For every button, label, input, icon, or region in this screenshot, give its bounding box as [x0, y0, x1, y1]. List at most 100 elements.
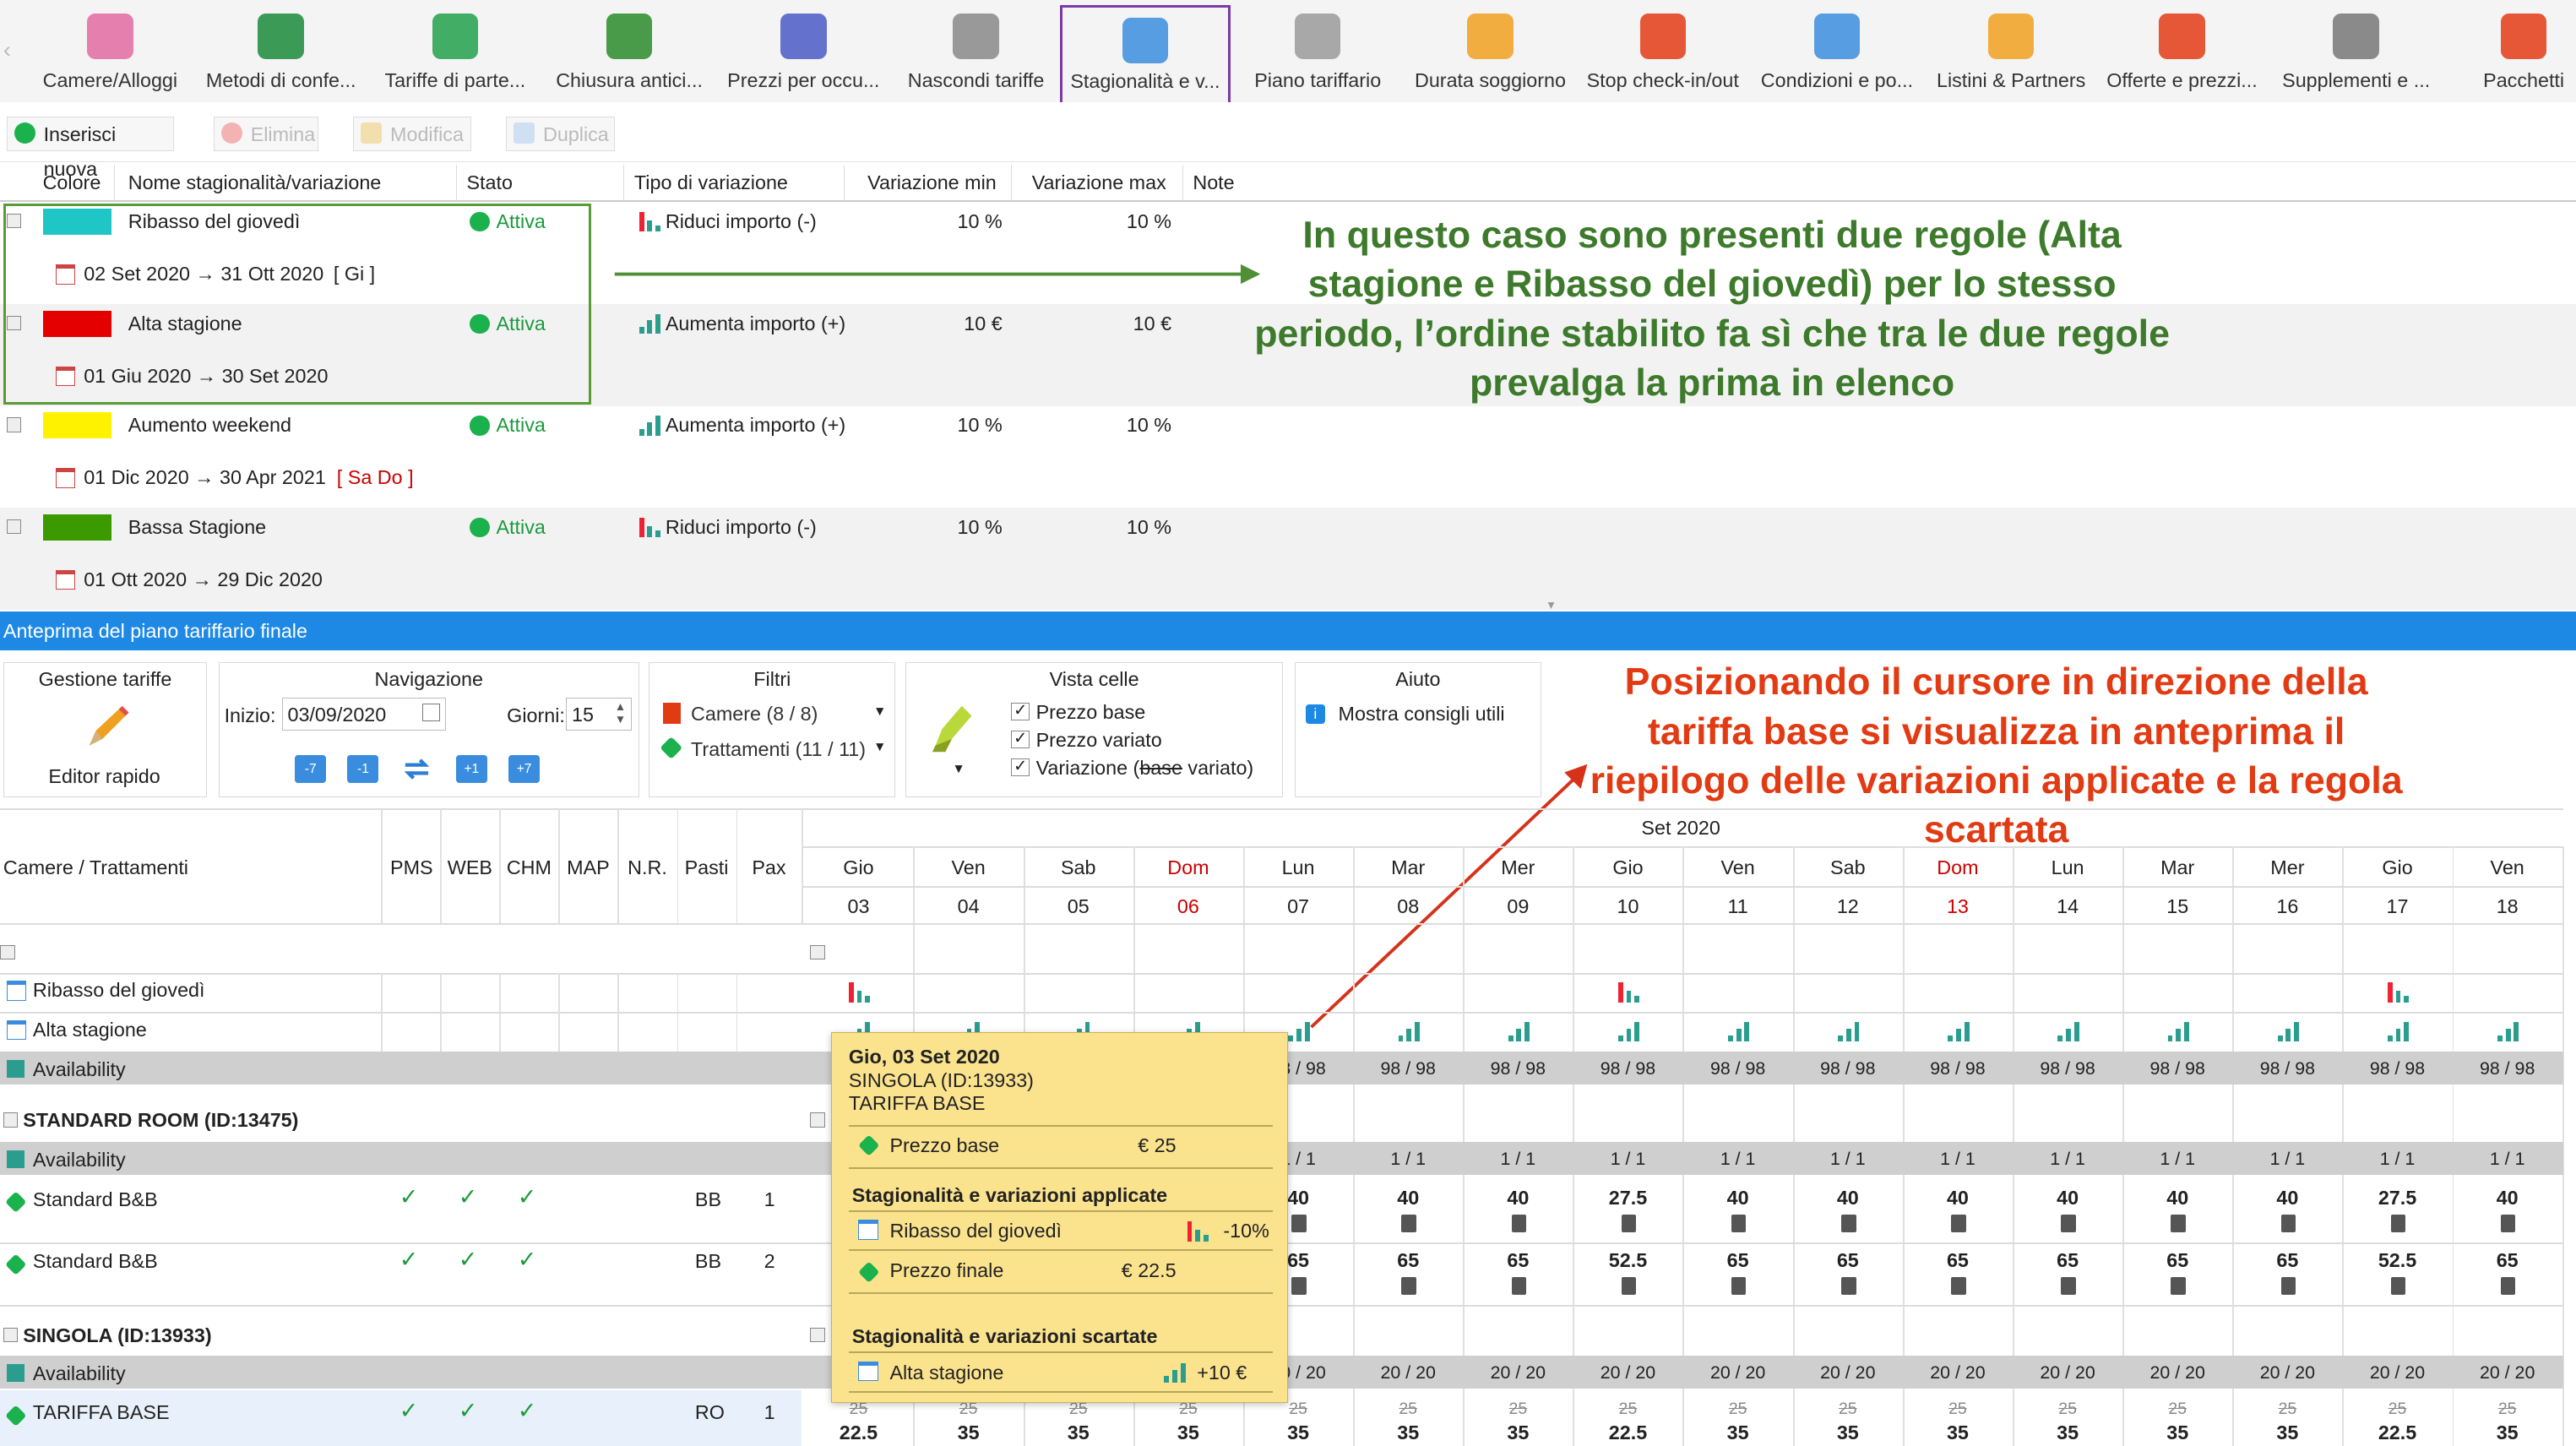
- price-cell[interactable]: 40: [2014, 1187, 2122, 1210]
- room-header-standard[interactable]: STANDARD ROOM (ID:13475): [23, 1109, 298, 1132]
- price-cell[interactable]: 52.5: [1573, 1249, 1682, 1272]
- grid-row-ribasso[interactable]: Ribasso del giovedì: [33, 979, 205, 1002]
- col-header-status[interactable]: Stato: [457, 164, 625, 201]
- price-cell[interactable]: 40: [2453, 1187, 2561, 1210]
- collapse-toggle-icon[interactable]: [6, 417, 22, 432]
- col-header-notes[interactable]: Note: [1183, 165, 1282, 201]
- price-cell[interactable]: 65: [1683, 1249, 1791, 1272]
- toolbar-item-9[interactable]: Stop check-in/out: [1580, 3, 1745, 95]
- price-cell[interactable]: 35: [2123, 1422, 2231, 1444]
- col-header-type[interactable]: Tipo di variazione: [624, 164, 845, 201]
- price-cell[interactable]: 65: [1794, 1249, 1902, 1272]
- nav-forward-7-button[interactable]: +7: [508, 754, 541, 783]
- price-cell[interactable]: 65: [1464, 1249, 1572, 1272]
- collapse-toggle-icon[interactable]: [810, 1112, 825, 1128]
- price-cell[interactable]: 65: [2233, 1249, 2341, 1272]
- toolbar-item-2[interactable]: Tariffe di parte...: [368, 3, 542, 95]
- price-cell[interactable]: 35: [2014, 1422, 2122, 1444]
- price-cell[interactable]: 22.5: [2343, 1422, 2451, 1444]
- delete-button[interactable]: Elimina: [213, 117, 319, 151]
- price-cell[interactable]: 65: [1354, 1249, 1462, 1272]
- calendar-icon[interactable]: [421, 703, 441, 722]
- price-cell[interactable]: 40: [1794, 1187, 1902, 1210]
- price-cell[interactable]: 40: [2233, 1187, 2341, 1210]
- collapse-toggle-icon[interactable]: [3, 1327, 19, 1343]
- price-cell[interactable]: 27.5: [1573, 1187, 1682, 1210]
- highlighter-dropdown[interactable]: ▼: [926, 699, 975, 785]
- edit-button[interactable]: Modifica: [353, 117, 472, 151]
- price-cell[interactable]: 35: [1134, 1422, 1242, 1444]
- toolbar-item-13[interactable]: Supplementi e ...: [2274, 3, 2438, 95]
- price-cell[interactable]: 40: [1354, 1187, 1462, 1210]
- rule-name[interactable]: Bassa Stagione: [128, 516, 266, 539]
- toolbar-item-5[interactable]: Nascondi tariffe: [890, 3, 1061, 95]
- price-cell[interactable]: 52.5: [2343, 1249, 2451, 1272]
- price-cell[interactable]: 35: [2233, 1422, 2341, 1444]
- duplicate-button[interactable]: Duplica: [506, 117, 615, 151]
- price-cell[interactable]: 22.5: [804, 1422, 912, 1444]
- grid-row-standard-bb-2[interactable]: Standard B&B: [33, 1250, 158, 1273]
- collapse-days-icon[interactable]: [810, 944, 825, 960]
- price-cell[interactable]: 35: [1683, 1422, 1791, 1444]
- price-cell[interactable]: 35: [1464, 1422, 1572, 1444]
- nav-back-1-button[interactable]: -1: [347, 754, 379, 783]
- price-cell[interactable]: 35: [1904, 1422, 2012, 1444]
- toolbar-item-3[interactable]: Chiusura antici...: [542, 3, 716, 95]
- splitter-handle[interactable]: ▾: [1548, 599, 1564, 612]
- scroll-left-icon[interactable]: ‹: [3, 36, 11, 63]
- collapse-toggle-icon[interactable]: [6, 519, 22, 535]
- col-header-color[interactable]: Colore: [33, 164, 116, 201]
- days-stepper[interactable]: 15 ▲ ▼: [566, 697, 633, 731]
- price-cell[interactable]: 27.5: [2343, 1187, 2451, 1210]
- toolbar-item-7[interactable]: Piano tariffario: [1236, 3, 1400, 95]
- toolbar-item-12[interactable]: Offerte e prezzi...: [2100, 3, 2264, 95]
- toolbar-item-10[interactable]: Condizioni e po...: [1755, 3, 1920, 95]
- price-cell[interactable]: 35: [1024, 1422, 1133, 1444]
- price-cell[interactable]: 35: [1794, 1422, 1902, 1444]
- price-cell[interactable]: 40: [2123, 1187, 2231, 1210]
- start-date-input[interactable]: 03/09/2020: [281, 697, 447, 731]
- collapse-toggle-icon[interactable]: [3, 1112, 19, 1128]
- grid-row-standard-bb-1[interactable]: Standard B&B: [33, 1188, 158, 1211]
- toolbar-item-4[interactable]: Prezzi per occu...: [716, 3, 890, 95]
- filter-trattamenti-dropdown[interactable]: Trattamenti (11 / 11) ▼: [659, 736, 889, 765]
- price-cell[interactable]: 22.5: [1573, 1422, 1682, 1444]
- col-header-min[interactable]: Variazione min: [845, 164, 1013, 201]
- toolbar-item-6[interactable]: Stagionalità e v...: [1059, 4, 1231, 112]
- price-cell[interactable]: 35: [914, 1422, 1022, 1444]
- col-header-name[interactable]: Nome stagionalità/variazione: [118, 164, 457, 201]
- price-cell[interactable]: 65: [2123, 1249, 2231, 1272]
- toolbar-item-14[interactable]: Pacchetti: [2481, 3, 2567, 95]
- filter-camere-dropdown[interactable]: Camere (8 / 8) ▼: [660, 699, 889, 729]
- toolbar-item-8[interactable]: Durata soggiorno: [1408, 3, 1573, 95]
- toolbar-item-1[interactable]: Metodi di confe...: [194, 3, 368, 95]
- price-cell[interactable]: 40: [1904, 1187, 2012, 1210]
- check-prezzo-variato[interactable]: ✓: [1011, 730, 1030, 749]
- insert-new-button[interactable]: Inserisci nuova: [6, 117, 175, 180]
- price-cell[interactable]: 65: [1904, 1249, 2012, 1272]
- price-cell[interactable]: 35: [1244, 1422, 1352, 1444]
- grid-row-tariffa-base[interactable]: TARIFFA BASE: [33, 1401, 170, 1424]
- nav-today-button[interactable]: [400, 755, 433, 783]
- toolbar-item-0[interactable]: Camere/Alloggi: [23, 3, 197, 95]
- collapse-toggle-icon[interactable]: [810, 1327, 825, 1343]
- nav-back-7-button[interactable]: -7: [295, 754, 327, 783]
- price-cell[interactable]: 65: [2453, 1249, 2561, 1272]
- price-cell[interactable]: 35: [2453, 1422, 2561, 1444]
- collapse-all-icon[interactable]: [0, 944, 15, 960]
- check-prezzo-base[interactable]: ✓: [1011, 702, 1030, 721]
- check-variazione[interactable]: ✓: [1011, 758, 1030, 777]
- room-header-singola[interactable]: SINGOLA (ID:13933): [23, 1324, 211, 1347]
- editor-rapido-button[interactable]: Editor rapido: [4, 699, 204, 791]
- rule-name[interactable]: Aumento weekend: [128, 414, 291, 437]
- nav-forward-1-button[interactable]: +1: [455, 754, 487, 783]
- stepper-arrows-icon[interactable]: ▲ ▼: [615, 700, 626, 726]
- price-cell[interactable]: 40: [1683, 1187, 1791, 1210]
- grid-row-alta[interactable]: Alta stagione: [33, 1019, 147, 1041]
- price-cell[interactable]: 65: [2014, 1249, 2122, 1272]
- price-cell[interactable]: 35: [1354, 1422, 1462, 1444]
- col-header-max[interactable]: Variazione max: [1012, 164, 1183, 201]
- price-cell[interactable]: 40: [1464, 1187, 1572, 1210]
- toolbar-item-11[interactable]: Listini & Partners: [1929, 3, 2094, 95]
- help-tips-link[interactable]: i Mostra consigli utili: [1305, 703, 1535, 729]
